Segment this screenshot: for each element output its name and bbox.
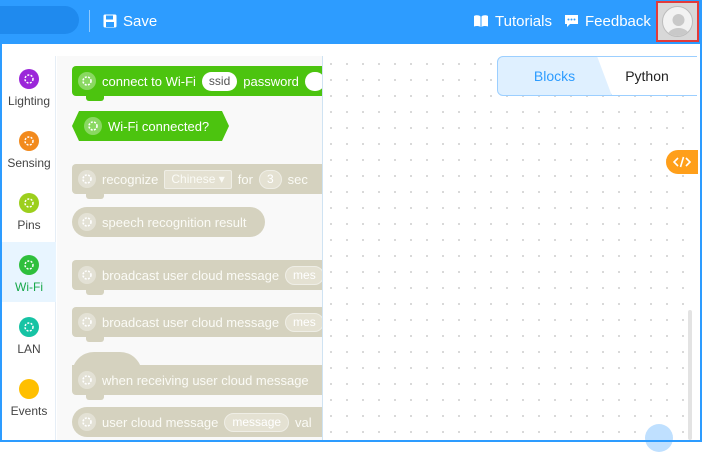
- category-wifi[interactable]: Wi-Fi: [2, 242, 56, 302]
- wifi-connected-block[interactable]: Wi-Fi connected?: [72, 111, 229, 141]
- gear-icon: [78, 266, 96, 284]
- toolbar-divider: [89, 10, 90, 32]
- lan-category-icon: [19, 317, 39, 337]
- chat-bubble-icon: [565, 15, 578, 27]
- when-receiving-block[interactable]: when receiving user cloud message: [72, 365, 322, 400]
- category-label: LAN: [17, 342, 41, 356]
- zoom-button[interactable]: [645, 424, 673, 452]
- book-icon: [474, 15, 488, 27]
- save-button[interactable]: Save: [103, 11, 157, 31]
- tutorials-button[interactable]: Tutorials: [473, 11, 552, 31]
- lighting-category-icon: [19, 69, 39, 89]
- user-avatar-button[interactable]: [656, 1, 699, 42]
- language-dropdown[interactable]: Chinese ▾: [164, 169, 232, 189]
- broadcast-and-wait-block[interactable]: broadcast user cloud message mes: [72, 307, 322, 342]
- tab-label: Python: [625, 68, 669, 84]
- code-icon: [673, 156, 691, 168]
- seconds-input[interactable]: 3: [258, 169, 282, 189]
- sensing-category-icon: [19, 131, 39, 151]
- events-category-icon: [19, 379, 39, 399]
- user-cloud-message-block[interactable]: user cloud message message val: [72, 407, 322, 437]
- category-sensing[interactable]: Sensing: [2, 118, 56, 178]
- broadcast-block[interactable]: broadcast user cloud message mes: [72, 260, 322, 295]
- gear-icon: [78, 72, 96, 90]
- gear-icon: [78, 313, 96, 331]
- gear-icon: [78, 213, 96, 231]
- block-label: broadcast user cloud message: [102, 267, 280, 283]
- category-pins[interactable]: Pins: [2, 180, 56, 240]
- tab-label: Blocks: [533, 68, 576, 84]
- code-panel-toggle[interactable]: [666, 150, 698, 174]
- recognize-block[interactable]: recognize Chinese ▾ for 3 sec: [72, 164, 322, 199]
- message-input[interactable]: mes: [285, 312, 322, 332]
- message-input[interactable]: message: [224, 412, 290, 432]
- category-label: Lighting: [7, 94, 51, 108]
- avatar: [662, 6, 693, 37]
- connect-wifi-block[interactable]: connect to Wi-Fi ssid password: [72, 66, 322, 101]
- block-label: password: [243, 73, 299, 89]
- project-title-field[interactable]: [0, 6, 79, 34]
- tab-python[interactable]: Python: [597, 56, 697, 96]
- block-notch: [86, 289, 104, 295]
- gear-icon: [78, 413, 96, 431]
- block-notch: [86, 95, 104, 101]
- block-palette: connect to Wi-Fi ssid password Wi-Fi con…: [57, 56, 322, 440]
- ssid-input[interactable]: ssid: [201, 71, 238, 91]
- category-label: Events: [10, 404, 48, 418]
- tutorials-label: Tutorials: [495, 12, 552, 30]
- block-label: user cloud message: [102, 414, 219, 430]
- password-input[interactable]: [304, 71, 322, 91]
- category-label: Sensing: [7, 156, 51, 170]
- category-sidebar: Lighting Sensing Pins Wi-Fi LAN Events: [2, 56, 56, 440]
- pins-category-icon: [19, 193, 39, 213]
- category-lighting[interactable]: Lighting: [2, 56, 56, 116]
- category-label: Pins: [17, 218, 41, 232]
- block-label: recognize: [102, 171, 159, 187]
- block-label: for: [237, 171, 253, 187]
- block-notch: [86, 193, 104, 199]
- save-icon: [103, 14, 117, 28]
- speech-result-block[interactable]: speech recognition result: [72, 207, 265, 237]
- feedback-button[interactable]: Feedback: [564, 11, 651, 31]
- gear-icon: [78, 371, 96, 389]
- top-bar: Save Tutorials Feedback: [0, 0, 702, 44]
- save-label: Save: [123, 12, 158, 30]
- block-notch: [86, 336, 104, 342]
- wifi-category-icon: [19, 255, 39, 275]
- gear-icon: [84, 117, 102, 135]
- block-label: when receiving user cloud message: [102, 372, 309, 388]
- user-icon: [667, 14, 690, 36]
- block-label: sec: [287, 171, 308, 187]
- category-lan[interactable]: LAN: [2, 304, 56, 364]
- block-notch: [86, 394, 104, 400]
- tab-blocks[interactable]: Blocks: [497, 56, 612, 96]
- category-label: Wi-Fi: [15, 280, 43, 294]
- feedback-label: Feedback: [585, 12, 651, 30]
- block-label: connect to Wi-Fi: [102, 73, 196, 89]
- code-workspace[interactable]: [322, 56, 695, 440]
- editor-tabs: Python Blocks: [497, 56, 697, 96]
- category-events[interactable]: Events: [2, 366, 56, 426]
- block-label: speech recognition result: [102, 214, 247, 230]
- workspace-scrollbar[interactable]: [688, 310, 692, 440]
- block-label: val: [295, 414, 312, 430]
- message-input[interactable]: mes: [285, 265, 322, 285]
- block-label: broadcast user cloud message: [102, 314, 280, 330]
- gear-icon: [78, 170, 96, 188]
- block-label: Wi-Fi connected?: [108, 118, 210, 134]
